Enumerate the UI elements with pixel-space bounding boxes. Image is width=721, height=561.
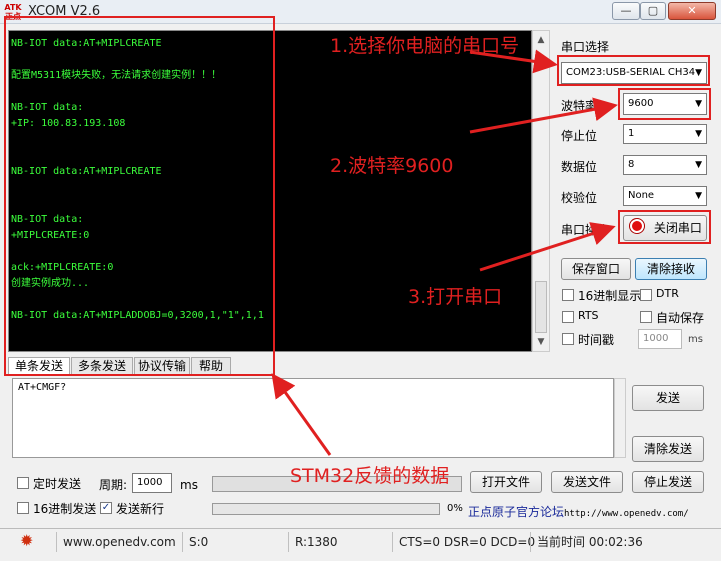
- annotation-step1: 1.选择你电脑的串口号: [330, 35, 520, 57]
- annotation-step3: 3.打开串口: [408, 286, 503, 308]
- arrow-feedback: [271, 373, 332, 456]
- arrow-open-port: [479, 222, 616, 272]
- annotation-step2: 2.波特率9600: [330, 155, 454, 177]
- arrow-baud: [469, 97, 618, 134]
- annotation-feedback: STM32反馈的数据: [290, 465, 450, 487]
